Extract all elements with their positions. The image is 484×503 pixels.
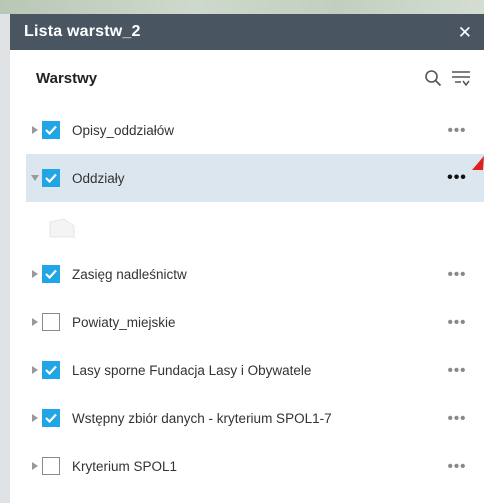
layer-label: Opisy_oddziałów — [72, 122, 175, 138]
layer-row[interactable]: Lasy sporne Fundacja Lasy i Obywatele ••• — [10, 346, 484, 394]
layer-visibility-checkbox[interactable] — [42, 169, 60, 187]
more-options-icon[interactable]: ••• — [444, 264, 470, 284]
more-options-icon[interactable]: ••• — [444, 408, 470, 428]
layer-label: Oddziały — [72, 170, 125, 186]
caret-right-icon[interactable] — [30, 122, 40, 138]
caret-down-icon[interactable] — [30, 170, 40, 186]
layer-label: Zasięg nadleśnictw — [72, 266, 187, 282]
more-options-icon[interactable]: ••• — [444, 120, 470, 140]
more-options-icon[interactable]: ••• — [444, 312, 470, 332]
caret-right-icon[interactable] — [30, 266, 40, 282]
layer-list-panel: Lista warstw_2 ✕ Warstwy Opisy_oddziałów… — [10, 14, 484, 503]
layer-row[interactable]: Wstępny zbiór danych - kryterium SPOL1-7… — [10, 394, 484, 442]
layer-row[interactable]: Kryterium SPOL1 ••• — [10, 442, 484, 490]
legend-swatch-icon — [49, 218, 75, 238]
panel-titlebar: Lista warstw_2 ✕ — [10, 14, 484, 50]
more-options-label: ••• — [447, 169, 467, 186]
layer-label: Powiaty_miejskie — [72, 314, 176, 330]
more-options-label: ••• — [447, 409, 467, 427]
layer-visibility-checkbox[interactable] — [42, 409, 60, 427]
layer-visibility-checkbox[interactable] — [42, 313, 60, 331]
check-icon — [45, 125, 57, 135]
caret-right-icon[interactable] — [30, 362, 40, 378]
header-tools — [422, 67, 472, 89]
layers-heading: Warstwy — [36, 69, 98, 87]
layer-legend — [10, 202, 484, 250]
layer-row[interactable]: Zasięg nadleśnictw ••• — [10, 250, 484, 298]
layer-visibility-checkbox[interactable] — [42, 361, 60, 379]
check-icon — [45, 173, 57, 183]
search-icon[interactable] — [422, 67, 444, 89]
layer-label: Lasy sporne Fundacja Lasy i Obywatele — [72, 362, 312, 378]
more-options-label: ••• — [447, 361, 467, 379]
layer-visibility-checkbox[interactable] — [42, 457, 60, 475]
layer-list: Opisy_oddziałów ••• Oddziały ••• Zasięg nadl… — [10, 106, 484, 490]
more-options-label: ••• — [447, 265, 467, 283]
caret-right-icon[interactable] — [30, 314, 40, 330]
check-icon — [45, 365, 57, 375]
check-icon — [45, 413, 57, 423]
more-options-icon[interactable]: ••• — [444, 456, 470, 476]
check-icon — [45, 269, 57, 279]
more-options-label: ••• — [447, 457, 467, 475]
caret-right-icon[interactable] — [30, 458, 40, 474]
layer-label: Wstępny zbiór danych - kryterium SPOL1-7 — [72, 410, 332, 426]
layers-header: Warstwy — [10, 50, 484, 106]
layer-label: Kryterium SPOL1 — [72, 458, 178, 474]
map-background — [0, 0, 484, 14]
filter-icon[interactable] — [450, 67, 472, 89]
layer-row[interactable]: Oddziały ••• — [26, 154, 484, 202]
more-options-label: ••• — [447, 313, 467, 331]
pointer-marker — [472, 156, 484, 170]
caret-right-icon[interactable] — [30, 410, 40, 426]
layer-visibility-checkbox[interactable] — [42, 265, 60, 283]
layer-row[interactable]: Powiaty_miejskie ••• — [10, 298, 484, 346]
more-options-icon[interactable]: ••• — [444, 168, 470, 188]
more-options-icon[interactable]: ••• — [444, 360, 470, 380]
close-icon[interactable]: ✕ — [458, 24, 472, 41]
panel-title: Lista warstw_2 — [24, 23, 141, 40]
layer-visibility-checkbox[interactable] — [42, 121, 60, 139]
more-options-label: ••• — [447, 121, 467, 139]
layer-row[interactable]: Opisy_oddziałów ••• — [10, 106, 484, 154]
